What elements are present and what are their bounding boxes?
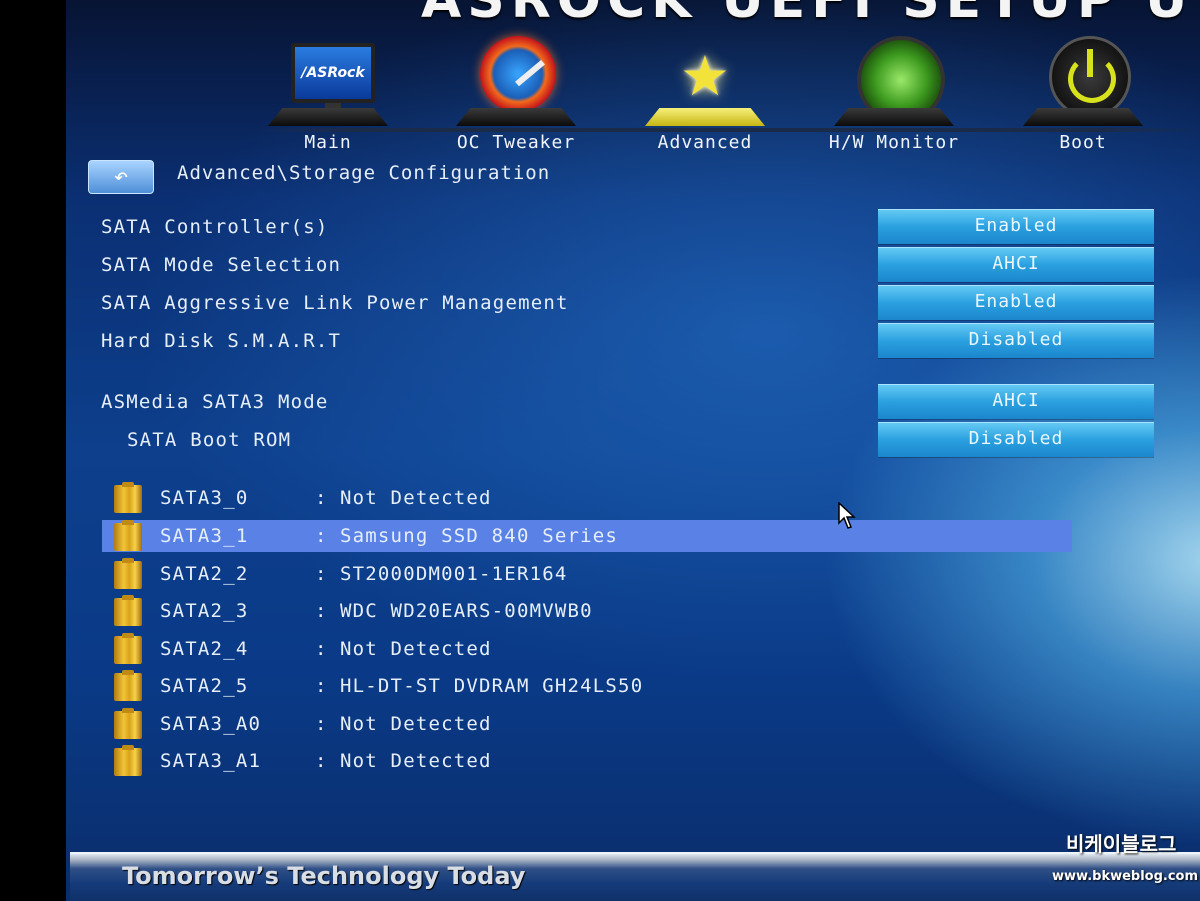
disk-device: HL-DT-ST DVDRAM GH24LS50 (340, 675, 644, 697)
folder-icon (114, 670, 142, 701)
disk-device: Not Detected (340, 487, 492, 509)
star-icon: ★ (681, 25, 729, 115)
disk-separator: : (315, 600, 327, 622)
disk-device: Not Detected (340, 750, 492, 772)
tab-oc-tweaker[interactable]: OC Tweaker (436, 28, 596, 158)
disk-port: SATA2_5 (160, 675, 249, 697)
disk-separator: : (315, 563, 327, 585)
disk-port: SATA2_4 (160, 638, 249, 660)
asrock-monitor-icon: /ASRock (291, 43, 375, 115)
tab-boot[interactable]: Boot (1003, 28, 1163, 158)
disk-row[interactable]: SATA2_2 : ST2000DM001-1ER164 (102, 558, 1072, 590)
speedometer-icon (480, 36, 556, 112)
sata-mode-dropdown[interactable]: AHCI (878, 247, 1154, 282)
folder-icon (114, 745, 142, 776)
disk-port: SATA3_A1 (160, 750, 262, 772)
tabs-divider (256, 128, 1200, 132)
disk-device: Not Detected (340, 713, 492, 735)
disk-device: ST2000DM001-1ER164 (340, 563, 568, 585)
smart-dropdown[interactable]: Disabled (878, 323, 1154, 358)
disk-port: SATA3_A0 (160, 713, 262, 735)
disk-row-selected[interactable]: SATA3_1 : Samsung SSD 840 Series (102, 520, 1072, 552)
sata-boot-rom-dropdown[interactable]: Disabled (878, 422, 1154, 457)
tab-label: H/W Monitor (828, 132, 960, 153)
power-icon (1049, 36, 1131, 118)
tab-pedestal (456, 108, 576, 126)
folder-icon (114, 633, 142, 664)
disk-port: SATA3_0 (160, 487, 249, 509)
disk-separator: : (315, 675, 327, 697)
breadcrumb: Advanced\Storage Configuration (177, 162, 551, 184)
disk-separator: : (315, 750, 327, 772)
tab-pedestal (268, 108, 388, 126)
setting-label-sata-mode: SATA Mode Selection (101, 254, 342, 276)
tab-label: Boot (1059, 132, 1107, 153)
disk-row[interactable]: SATA3_A1 : Not Detected (102, 745, 1072, 777)
tab-pedestal (1023, 108, 1143, 126)
tab-pedestal (645, 108, 765, 126)
back-button[interactable]: ↶ (88, 160, 154, 194)
tab-hw-monitor[interactable]: H/W Monitor (814, 28, 974, 158)
disk-port: SATA3_1 (160, 525, 249, 547)
setting-label-link-power-mgmt: SATA Aggressive Link Power Management (101, 292, 569, 314)
setting-label-sata-boot-rom: SATA Boot ROM (127, 429, 292, 451)
app-title: ASROCK UEFI SETUP UT (421, 0, 1200, 30)
disk-row[interactable]: SATA2_5 : HL-DT-ST DVDRAM GH24LS50 (102, 670, 1072, 702)
disk-row[interactable]: SATA2_4 : Not Detected (102, 633, 1072, 665)
uefi-screen: ASROCK UEFI SETUP UT /ASRock Main OC Twe… (66, 0, 1200, 901)
watermark-url: www.bkweblog.com (1052, 869, 1199, 884)
tab-label: OC Tweaker (456, 132, 576, 153)
disk-separator: : (315, 638, 327, 660)
sata-controllers-dropdown[interactable]: Enabled (878, 209, 1154, 244)
folder-icon (114, 482, 142, 513)
disk-separator: : (315, 487, 327, 509)
disk-separator: : (315, 713, 327, 735)
tab-label: Main (304, 132, 352, 153)
disk-row[interactable]: SATA3_A0 : Not Detected (102, 708, 1072, 740)
folder-icon (114, 708, 142, 739)
tab-main[interactable]: /ASRock Main (248, 28, 408, 158)
folder-icon (114, 558, 142, 589)
disk-device: Samsung SSD 840 Series (340, 525, 619, 547)
tab-advanced[interactable]: ★ Advanced (625, 28, 785, 158)
setting-label-smart: Hard Disk S.M.A.R.T (101, 330, 342, 352)
disk-row[interactable]: SATA3_0 : Not Detected (102, 482, 1072, 514)
folder-icon (114, 520, 142, 551)
disk-port: SATA2_3 (160, 600, 249, 622)
setting-label-asmedia-mode: ASMedia SATA3 Mode (101, 391, 329, 413)
disk-device: Not Detected (340, 638, 492, 660)
back-arrow-icon: ↶ (113, 162, 129, 190)
tab-pedestal (834, 108, 954, 126)
folder-icon (114, 595, 142, 626)
watermark-name: 비케이블로그 (1066, 832, 1177, 856)
disk-separator: : (315, 525, 327, 547)
disk-row[interactable]: SATA2_3 : WDC WD20EARS-00MVWB0 (102, 595, 1072, 627)
disk-device: WDC WD20EARS-00MVWB0 (340, 600, 593, 622)
link-power-mgmt-dropdown[interactable]: Enabled (878, 285, 1154, 320)
setting-label-sata-controllers: SATA Controller(s) (101, 216, 329, 238)
tab-label: Advanced (657, 132, 753, 153)
disk-port: SATA2_2 (160, 563, 249, 585)
footer-tagline: Tomorrow’s Technology Today (122, 862, 526, 890)
asmedia-mode-dropdown[interactable]: AHCI (878, 384, 1154, 419)
